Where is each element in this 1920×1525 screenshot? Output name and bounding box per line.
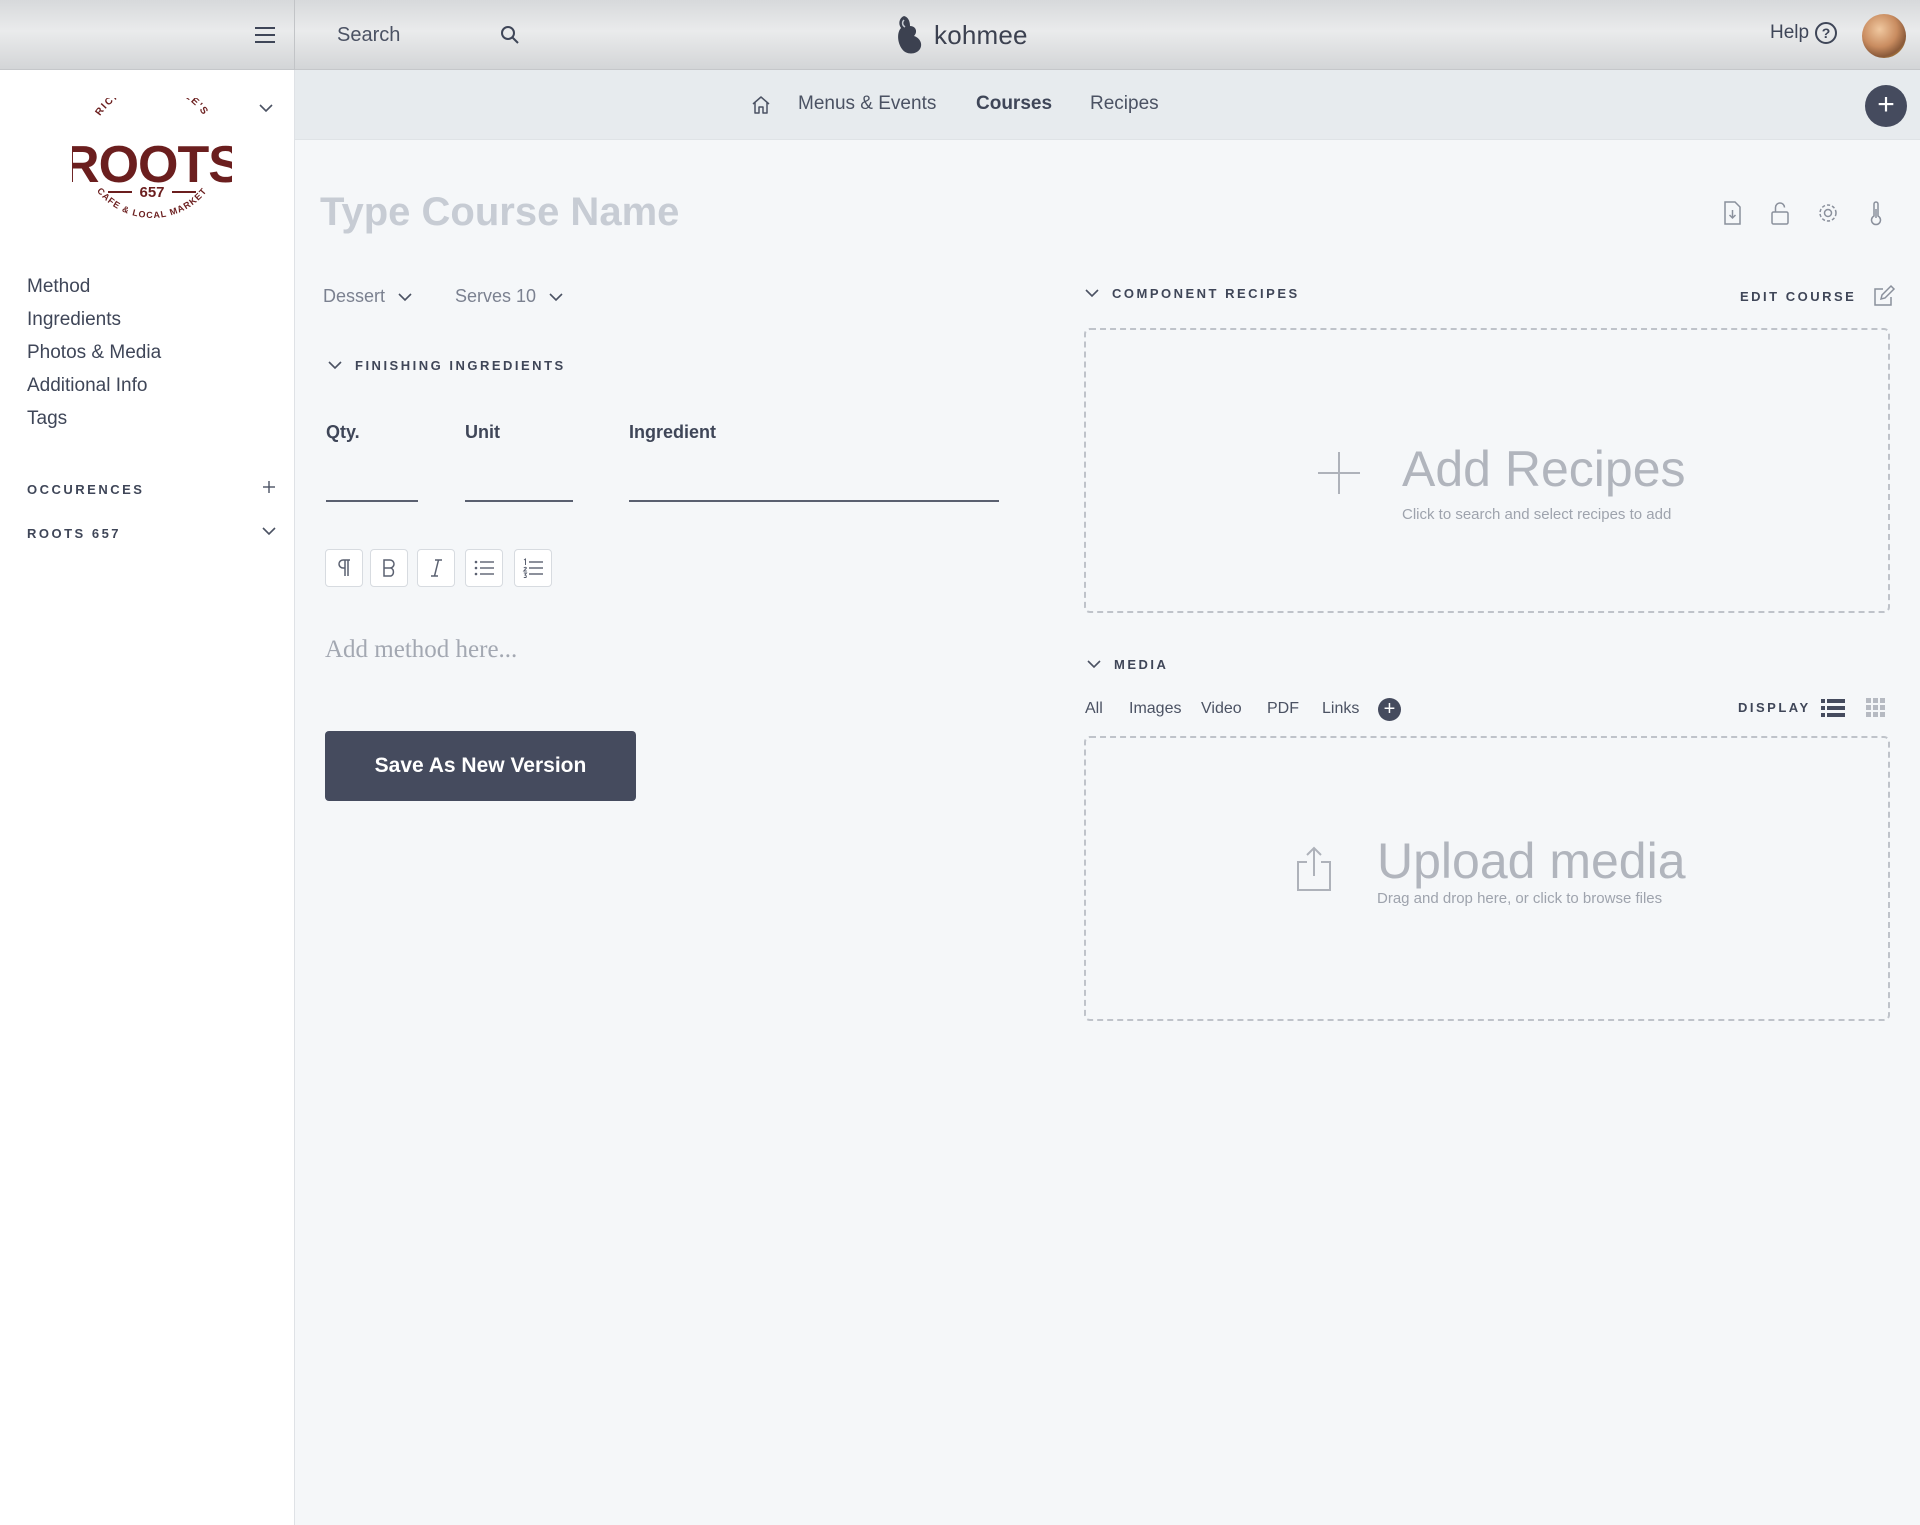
bullet-list-button[interactable] [465,549,503,587]
top-bar: Search kohmee Help ? [0,0,1920,70]
media-filter-pdf[interactable]: PDF [1267,700,1299,718]
sidebar-item-ingredients[interactable]: Ingredients [27,303,161,336]
media-title: MEDIA [1114,656,1169,672]
upload-media-subtitle: Drag and drop here, or click to browse f… [1377,890,1663,907]
location-section: ROOTS 657 [27,526,277,541]
numbered-list-button[interactable] [514,549,552,587]
component-recipes-title: COMPONENT RECIPES [1112,285,1300,301]
chevron-down-icon[interactable] [1086,656,1102,672]
avatar[interactable] [1862,14,1906,58]
search-icon[interactable] [500,25,520,45]
plus-icon[interactable] [261,479,277,495]
serves-value: Serves 10 [455,286,537,306]
plus-icon [1318,452,1360,494]
paragraph-icon [338,559,350,576]
category-value: Dessert [323,286,386,306]
search-input[interactable]: Search [337,24,400,47]
bullet-list-icon [474,560,494,576]
tab-menus-events[interactable]: Menus & Events [798,93,936,115]
chevron-down-icon[interactable] [327,357,343,373]
help-label: Help [1770,22,1810,43]
chevron-down-icon[interactable] [261,523,277,539]
method-editor[interactable]: Add method here... [325,636,517,664]
brand-name: kohmee [934,19,1028,50]
chevron-down-icon [549,292,563,301]
add-button[interactable]: + [1865,85,1907,127]
edit-course-label: EDIT COURSE [1740,288,1857,304]
ingredient-field[interactable] [629,470,999,502]
ingredient-column-header: Ingredient [629,422,717,442]
component-recipes-header: COMPONENT RECIPES [1084,285,1300,301]
edit-icon [1874,284,1896,306]
serves-dropdown[interactable]: Serves 10 [455,286,564,307]
add-recipes-subtitle: Click to search and select recipes to ad… [1402,506,1672,523]
media-header: MEDIA [1086,656,1168,672]
media-filter-images[interactable]: Images [1129,700,1181,718]
upload-media-title: Upload media [1377,833,1686,889]
sidebar-item-method[interactable]: Method [27,270,161,303]
sidebar: RICH ROSENDALE'S ROOTS 657 CAFE & LOCAL … [0,70,295,1525]
thermometer-icon[interactable] [1864,200,1888,226]
tab-recipes[interactable]: Recipes [1090,93,1159,115]
tab-bar: Menus & Events Courses Recipes + [295,70,1920,140]
topbar-divider [294,0,295,70]
edit-course-button[interactable]: EDIT COURSE [1740,284,1896,308]
sidebar-item-tags[interactable]: Tags [27,402,161,435]
tab-courses[interactable]: Courses [976,93,1052,115]
chevron-down-icon [398,292,412,301]
location-label: ROOTS 657 [27,526,122,541]
add-media-link-button[interactable]: + [1378,698,1401,721]
plus-icon: + [1877,88,1895,121]
qty-field[interactable] [326,470,418,502]
plus-icon: + [1383,698,1396,720]
sidebar-nav: Method Ingredients Photos & Media Additi… [27,270,161,435]
add-recipes-dropzone[interactable]: Add Recipes Click to search and select r… [1084,328,1890,613]
occurences-label: OCCURENCES [27,482,145,497]
paragraph-button[interactable] [325,549,363,587]
italic-button[interactable] [417,549,455,587]
list-view-icon[interactable] [1821,698,1845,718]
upload-media-dropzone[interactable]: Upload media Drag and drop here, or clic… [1084,736,1890,1021]
add-recipes-title: Add Recipes [1402,441,1686,497]
occurences-section: OCCURENCES [27,479,277,497]
finishing-ingredients-title: FINISHING INGREDIENTS [355,357,566,373]
help-button[interactable]: Help ? [1770,22,1838,44]
help-icon: ? [1815,22,1838,44]
svg-text:RICH ROSENDALE'S: RICH ROSENDALE'S [93,98,210,118]
lock-icon[interactable] [1768,200,1792,226]
display-label: DISPLAY [1738,700,1811,715]
svg-text:657: 657 [139,184,164,201]
export-icon[interactable] [1720,200,1744,226]
save-as-new-version-button[interactable]: Save As New Version [325,731,636,801]
gear-icon[interactable] [1816,200,1840,226]
roots-657-logo: RICH ROSENDALE'S ROOTS 657 CAFE & LOCAL … [72,98,232,218]
numbered-list-icon [522,558,543,578]
finishing-ingredients-header: FINISHING INGREDIENTS [327,357,566,373]
media-filter-video[interactable]: Video [1201,700,1242,718]
media-filter-all[interactable]: All [1085,700,1103,718]
bold-button[interactable] [370,549,408,587]
qty-column-header: Qty. [326,422,360,442]
bold-icon [383,559,395,577]
sidebar-item-additional-info[interactable]: Additional Info [27,369,161,402]
italic-icon [431,559,442,577]
grid-view-icon[interactable] [1864,698,1888,718]
sidebar-item-photos-media[interactable]: Photos & Media [27,336,161,369]
course-name-input[interactable]: Type Course Name [320,190,679,235]
brand[interactable]: kohmee [896,14,1028,56]
unit-field[interactable] [465,470,573,502]
chevron-down-icon[interactable] [258,100,274,116]
menu-icon[interactable] [255,27,275,43]
upload-icon [1297,846,1331,891]
category-dropdown[interactable]: Dessert [323,286,413,307]
kohmee-logo-icon [898,16,922,54]
chevron-down-icon[interactable] [1084,285,1100,301]
unit-column-header: Unit [465,422,500,442]
home-icon[interactable] [750,94,772,116]
media-filter-links[interactable]: Links [1322,700,1359,718]
